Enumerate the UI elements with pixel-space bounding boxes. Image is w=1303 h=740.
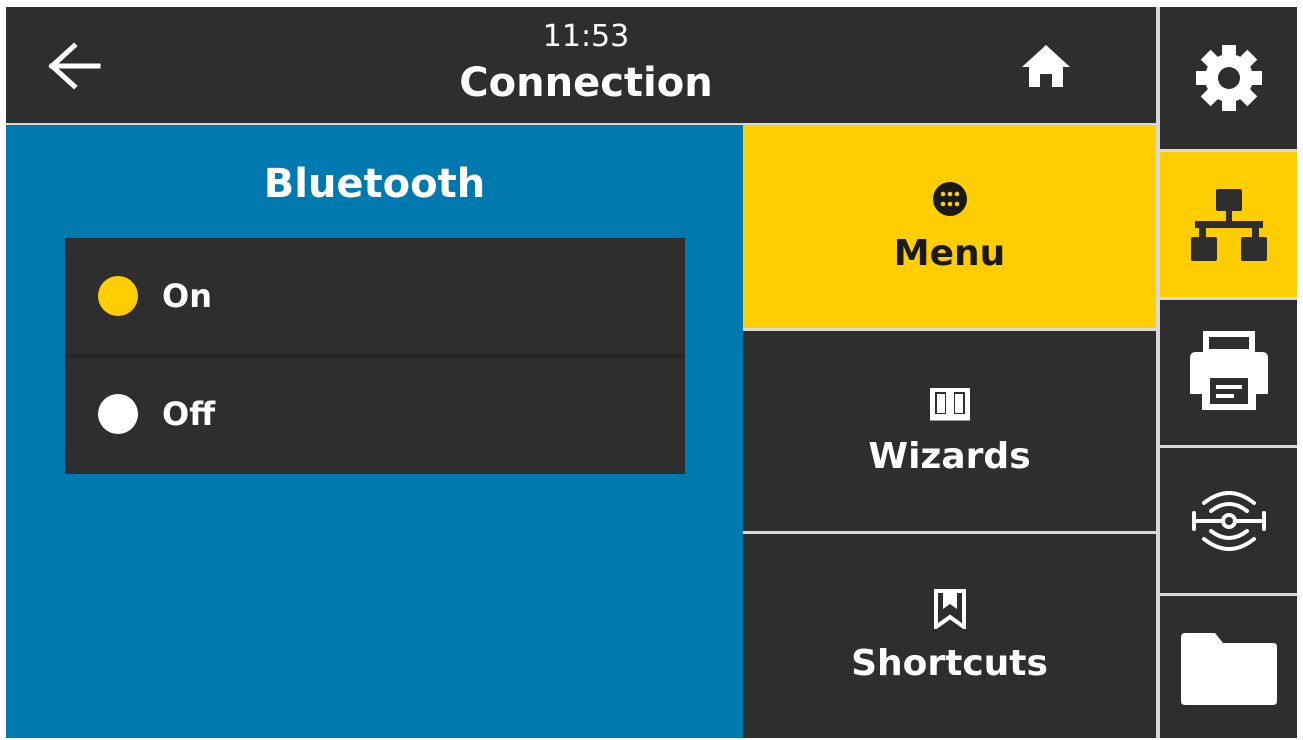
menu-label: Menu — [893, 233, 1006, 274]
tab-print[interactable] — [1160, 300, 1297, 445]
wizards-button[interactable]: Wizards — [743, 331, 1156, 531]
clock: 11:53 — [542, 19, 630, 54]
radio-group: On Off — [65, 238, 685, 474]
header-bar: 11:53 Connection — [6, 7, 1156, 123]
option-off[interactable]: Off — [65, 354, 685, 470]
wizards-label: Wizards — [868, 435, 1031, 477]
printer-icon — [1189, 330, 1268, 410]
shortcuts-label: Shortcuts — [851, 642, 1048, 684]
gear-icon — [1195, 45, 1262, 111]
menu-button[interactable]: Menu — [743, 125, 1156, 328]
page-title: Connection — [459, 60, 713, 106]
option-label: On — [162, 277, 212, 315]
home-icon — [1022, 45, 1070, 87]
nav-column: Menu Wizards Shortcuts — [743, 125, 1156, 738]
tab-connection[interactable] — [1160, 152, 1297, 297]
option-on[interactable]: On — [65, 238, 685, 354]
book-icon — [929, 387, 970, 420]
radio-on-selected[interactable] — [98, 276, 138, 316]
network-icon — [1190, 188, 1267, 261]
bookmark-icon — [933, 588, 966, 629]
home-button[interactable] — [1006, 31, 1086, 101]
bluetooth-panel: Bluetooth On Off — [6, 125, 743, 738]
tab-rfid[interactable] — [1160, 448, 1297, 593]
back-button[interactable] — [34, 31, 114, 101]
tab-files[interactable] — [1160, 596, 1297, 738]
option-label: Off — [162, 395, 216, 433]
tab-settings[interactable] — [1160, 7, 1297, 149]
rfid-icon — [1191, 490, 1266, 551]
printer-screen: 11:53 Connection Bluetooth On Off Menu W… — [6, 7, 1297, 738]
radio-off[interactable] — [98, 394, 138, 434]
panel-title: Bluetooth — [263, 161, 486, 207]
menu-grid-icon — [932, 182, 967, 216]
arrow-left-icon — [48, 42, 101, 90]
folder-icon — [1180, 633, 1277, 705]
shortcuts-button[interactable]: Shortcuts — [743, 534, 1156, 738]
